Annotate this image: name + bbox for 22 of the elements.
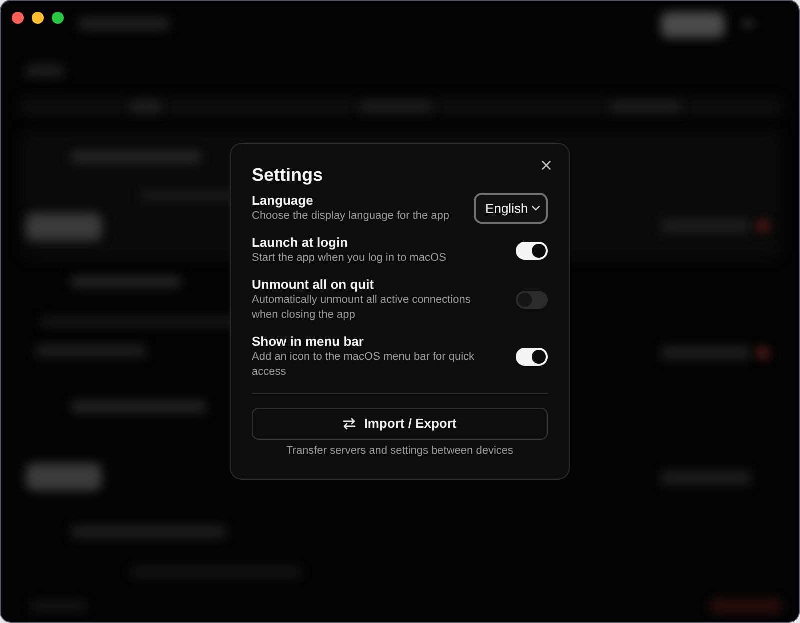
toggle-switch[interactable]: [516, 348, 548, 366]
setting-description: Choose the display language for the app: [252, 209, 451, 224]
setting-label: Language: [252, 193, 314, 209]
close-button[interactable]: [541, 160, 551, 170]
import-export-button[interactable]: Import / Export: [252, 408, 548, 440]
setting-label: Launch at login: [252, 235, 350, 251]
language-select[interactable]: English: [474, 193, 548, 224]
setting-label: Show in menu bar: [252, 334, 365, 350]
setting-description: Start the app when you log in to macOS: [252, 251, 448, 266]
window-minimize-button[interactable]: [32, 12, 44, 24]
setting-label: Unmount all on quit: [252, 277, 376, 293]
swap-arrows-icon: [343, 418, 356, 430]
toggle-switch[interactable]: [516, 291, 548, 309]
dialog-title: Settings: [252, 164, 324, 187]
import-export-caption: Transfer servers and settings between devices: [285, 444, 515, 458]
window-zoom-button[interactable]: [52, 12, 64, 24]
toggle-switch[interactable]: [516, 242, 548, 260]
window-close-button[interactable]: [12, 12, 24, 24]
setting-description: Add an icon to the macOS menu bar for quick access: [252, 350, 476, 380]
close-icon: [542, 160, 550, 170]
chevron-down-icon: [532, 206, 540, 211]
setting-description: Automatically unmount all active connections when closing the app: [252, 293, 472, 323]
